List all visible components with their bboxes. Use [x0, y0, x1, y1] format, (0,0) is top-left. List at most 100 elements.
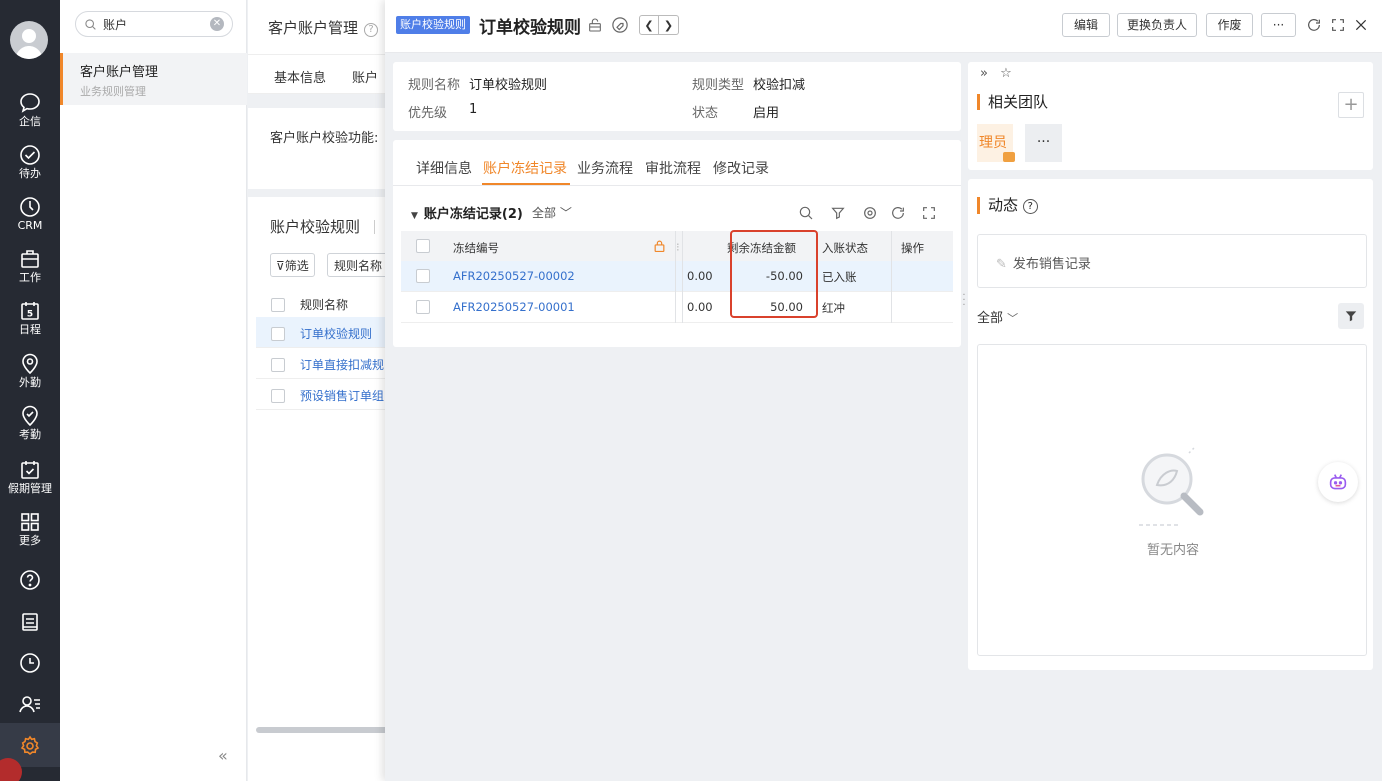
tab-freeze-records[interactable]: 账户冻结记录 [483, 158, 567, 178]
activity-title: 动态 ? [977, 197, 1038, 214]
expand-icon[interactable] [921, 205, 937, 221]
lock-icon[interactable] [585, 15, 605, 35]
notes-button[interactable] [0, 610, 60, 634]
table-header: 规则名称 [256, 288, 396, 319]
settings-button[interactable] [0, 734, 60, 758]
nav-item-chat[interactable]: 企信 [0, 91, 60, 129]
help-icon[interactable]: ? [364, 23, 379, 37]
star-icon[interactable]: ☆ [1000, 66, 1012, 81]
user-list-icon [19, 696, 40, 713]
col-status-header: 入账状态 [822, 241, 868, 255]
nav-item-attendance[interactable]: 考勤 [0, 404, 60, 442]
row-checkbox[interactable] [271, 327, 285, 341]
amount-cell: 0.00 [687, 300, 713, 314]
nav-label: CRM [17, 219, 43, 232]
settings-icon[interactable] [862, 205, 878, 221]
prev-record-button[interactable]: ❮ [639, 15, 659, 35]
record-title: 订单校验规则 [479, 18, 581, 38]
collapse-sidebar-button[interactable]: « [218, 746, 228, 765]
nav-item-crm[interactable]: CRM [0, 195, 60, 233]
search-icon[interactable] [798, 205, 814, 221]
filter-button[interactable]: ⊽筛选 [270, 253, 315, 277]
tab-change-log[interactable]: 修改记录 [713, 158, 769, 178]
expand-right-icon[interactable]: » [980, 66, 988, 81]
page-title: 客户账户管理? [268, 17, 379, 38]
table-row[interactable]: 订单直接扣减规 [256, 348, 396, 379]
empty-search-illustration [1139, 446, 1204, 526]
user-avatar[interactable] [10, 21, 48, 59]
freeze-code-link[interactable]: AFR20250527-00002 [453, 269, 575, 283]
filter-icon[interactable] [830, 205, 846, 221]
add-member-button[interactable]: + [1338, 92, 1364, 118]
clear-search-icon[interactable]: ✕ [210, 17, 224, 31]
nav-item-more[interactable]: 更多 [0, 510, 60, 548]
status-label: 状态 [692, 106, 719, 121]
feed-filter-button[interactable] [1338, 303, 1364, 329]
close-icon[interactable] [1353, 17, 1369, 33]
edit-button[interactable]: 编辑 [1062, 13, 1110, 37]
grid-icon [21, 513, 39, 531]
post-sales-record-input[interactable]: ✎ 发布销售记录 [977, 234, 1367, 288]
horizontal-scrollbar[interactable] [256, 727, 388, 733]
tab-account[interactable]: 账户 [352, 71, 378, 86]
nav-item-leave[interactable]: 假期管理 [0, 458, 60, 496]
column-resize-handle[interactable]: ⁝ [676, 240, 680, 254]
amount-cell: 0.00 [687, 269, 713, 283]
panel-resize-handle[interactable]: · · · [960, 270, 968, 330]
rule-name-value: 订单校验规则 [469, 78, 548, 93]
help-button[interactable] [0, 568, 60, 592]
briefcase-icon [21, 250, 39, 268]
refresh-icon[interactable] [1306, 17, 1322, 33]
nav-item-schedule[interactable]: 5 日程 [0, 299, 60, 337]
section-title[interactable]: ▼ 账户冻结记录(2) [411, 203, 523, 222]
help-icon[interactable]: ? [1022, 199, 1038, 214]
team-member[interactable]: 理员 [977, 124, 1015, 162]
tab-details[interactable]: 详细信息 [416, 158, 472, 178]
feed-filter-dropdown[interactable]: 全部 ﹀ [977, 307, 1018, 326]
search-input[interactable]: 账户 ✕ [75, 11, 233, 37]
table-row[interactable]: AFR20250527-00002 0.00 -50.00 已入账 [401, 261, 953, 292]
nav-label: 更多 [19, 534, 41, 547]
table-row[interactable]: 预设销售订单组 [256, 379, 396, 410]
posting-status-cell: 红冲 [822, 301, 845, 315]
assistant-bot-button[interactable] [1318, 462, 1358, 502]
team-title: 相关团队 [977, 94, 1048, 110]
row-checkbox[interactable] [271, 358, 285, 372]
tab-approval-flow[interactable]: 审批流程 [645, 158, 701, 178]
contacts-button[interactable] [0, 692, 60, 716]
row-checkbox[interactable] [416, 269, 430, 283]
row-checkbox[interactable] [416, 300, 430, 314]
table-row[interactable]: 订单校验规则 [256, 317, 396, 348]
nav-item-todo[interactable]: 待办 [0, 143, 60, 181]
priority-value: 1 [469, 102, 478, 117]
row-checkbox[interactable] [271, 389, 285, 403]
section-filter-dropdown[interactable]: 全部 ﹀ [532, 204, 572, 221]
search-value: 账户 [103, 17, 128, 32]
sidebar-item-subtitle: 业务规则管理 [80, 85, 146, 98]
select-all-checkbox[interactable] [416, 239, 430, 253]
nav-label: 工作 [19, 271, 41, 284]
table-row[interactable]: AFR20250527-00001 0.00 50.00 红冲 [401, 292, 953, 323]
tab-basic-info[interactable]: 基本信息 [274, 71, 326, 86]
nav-label: 考勤 [19, 428, 41, 441]
nav-item-work[interactable]: 工作 [0, 247, 60, 285]
fullscreen-icon[interactable] [1330, 17, 1346, 33]
select-all-checkbox[interactable] [271, 298, 285, 312]
sidebar-item-customer-account[interactable]: 客户账户管理 业务规则管理 [60, 53, 247, 105]
refresh-icon[interactable] [890, 205, 906, 221]
nav-item-field[interactable]: 外勤 [0, 352, 60, 390]
filter-icon: ⊽ [276, 259, 285, 273]
next-record-button[interactable]: ❯ [659, 15, 679, 35]
freeze-code-link[interactable]: AFR20250527-00001 [453, 300, 575, 314]
more-members-button[interactable]: ··· [1025, 124, 1062, 162]
function-label: 客户账户校验功能: [270, 131, 379, 146]
tab-business-flow[interactable]: 业务流程 [577, 158, 633, 178]
summary-card: 规则名称 订单校验规则 规则类型 校验扣减 优先级 1 状态 启用 [393, 62, 961, 131]
calendar-check-icon [21, 461, 39, 479]
more-actions-button[interactable]: ··· [1261, 13, 1296, 37]
void-button[interactable]: 作废 [1206, 13, 1253, 37]
background-page: 客户账户管理? 基本信息 账户 客户账户校验功能: 账户校验规则 ⊽筛选 规则名称… [248, 0, 397, 781]
change-owner-button[interactable]: 更换负责人 [1117, 13, 1197, 37]
history-button[interactable] [0, 651, 60, 675]
tag-icon[interactable] [610, 15, 630, 35]
